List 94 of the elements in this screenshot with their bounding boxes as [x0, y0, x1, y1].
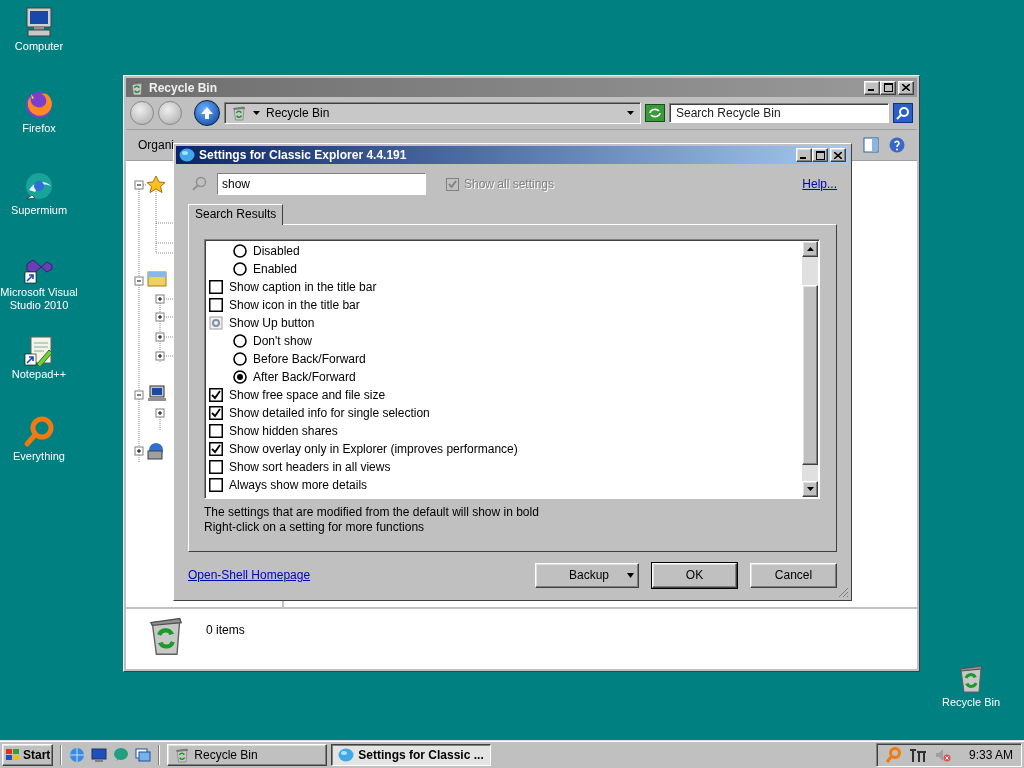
up-arrow-icon [806, 247, 814, 251]
setting-label[interactable]: Show icon in the title bar [229, 298, 360, 312]
help-icon[interactable] [889, 137, 905, 153]
note-text: The settings that are modified from the default will show in bold [204, 505, 540, 520]
setting-label[interactable]: Show overlay only in Explorer (improves performance) [229, 442, 518, 456]
windows-icon[interactable] [135, 746, 152, 763]
recycle-bin-icon [129, 79, 145, 96]
close-icon [834, 151, 842, 159]
setting-label[interactable]: After Back/Forward [253, 370, 356, 384]
desktop-icon-label[interactable]: Recycle Bin [941, 696, 1001, 709]
ok-button[interactable]: OK [652, 562, 737, 588]
close-button[interactable] [898, 80, 914, 95]
checkbox[interactable] [209, 424, 223, 438]
window-title: Recycle Bin [149, 80, 219, 95]
item-count: 0 items [206, 623, 245, 637]
globe-icon[interactable] [23, 170, 55, 202]
recycle-bin-icon [231, 105, 247, 121]
gear-icon [209, 316, 223, 330]
desktop-icon-label[interactable]: Microsoft Visual Studio 2010 [0, 286, 81, 312]
checkbox[interactable] [209, 478, 223, 492]
desktop-icon-label[interactable]: Firefox [22, 122, 56, 135]
keyboard-layout-icon[interactable] [908, 746, 927, 763]
caret-icon[interactable] [627, 572, 634, 578]
radio-button[interactable] [233, 334, 247, 348]
checkbox[interactable] [209, 442, 223, 456]
toolbar-text[interactable]: Organi [138, 138, 175, 152]
backup-button[interactable]: Backup [535, 562, 639, 588]
minimize-button[interactable] [864, 80, 880, 95]
recycle-bin-icon [174, 746, 191, 763]
start-button[interactable]: Start [2, 743, 54, 766]
scroll-down-button[interactable] [802, 481, 818, 497]
refresh-icon[interactable] [645, 104, 665, 122]
note-text: Right-click on a setting for more functions [204, 520, 426, 535]
taskbar-button[interactable]: Recycle Bin [167, 743, 328, 766]
globe-icon [338, 747, 355, 762]
window-title: Settings for Classic Explorer 4.4.191 [199, 148, 408, 162]
taskbar-button[interactable]: Settings for Classic ... [331, 743, 492, 766]
desktop-icon-label[interactable]: Notepad++ [11, 368, 67, 381]
radio-button[interactable] [233, 370, 247, 384]
setting-label[interactable]: Show detailed info for single selection [229, 406, 430, 420]
minimize-button[interactable] [796, 148, 812, 162]
cancel-button[interactable]: Cancel [750, 562, 837, 588]
checkbox[interactable] [209, 388, 223, 402]
scrollbar-thumb[interactable] [802, 285, 818, 465]
resize-grip-icon[interactable] [838, 587, 849, 598]
down-arrow-icon [806, 487, 814, 491]
checkbox[interactable] [209, 280, 223, 294]
caret-icon[interactable] [253, 111, 260, 115]
setting-label[interactable]: Before Back/Forward [253, 352, 366, 366]
setting-label[interactable]: Show free space and file size [229, 388, 386, 402]
desktop-icon-label[interactable]: Supermium [10, 204, 68, 217]
radio-button[interactable] [233, 352, 247, 366]
scroll-up-button[interactable] [802, 241, 818, 257]
desktop-icon-label[interactable]: Computer [14, 40, 64, 53]
maximize-button[interactable] [880, 80, 896, 95]
maximize-icon [815, 150, 825, 160]
search-field[interactable]: Search Recycle Bin [669, 103, 889, 123]
setting-label[interactable]: Show hidden shares [229, 424, 338, 438]
radio-button[interactable] [233, 244, 247, 258]
caret-icon[interactable] [627, 111, 634, 115]
search-button[interactable] [893, 103, 913, 123]
close-button[interactable] [830, 148, 846, 162]
address-bar[interactable]: Recycle Bin [224, 102, 641, 124]
setting-label[interactable]: Show caption in the title bar [229, 280, 377, 294]
forward-button[interactable] [158, 101, 182, 125]
setting-label[interactable]: Show sort headers in all views [229, 460, 391, 474]
setting-label[interactable]: Don't show [253, 334, 312, 348]
notepad-icon[interactable] [23, 334, 55, 366]
clock[interactable]: 9:33 AM [968, 747, 1013, 762]
checkbox[interactable] [209, 298, 223, 312]
tab[interactable]: Search Results [188, 204, 284, 225]
checkbox[interactable] [209, 460, 223, 474]
setting-label[interactable]: Enabled [253, 262, 298, 276]
help-link[interactable]: Help... [802, 177, 837, 191]
close-icon [902, 84, 910, 91]
flag-icon [5, 747, 21, 762]
back-button[interactable] [130, 101, 154, 125]
search-icon [191, 176, 207, 192]
maximize-icon [883, 83, 893, 92]
panel-icon[interactable] [863, 137, 879, 153]
globe-icon [179, 148, 195, 162]
setting-label[interactable]: Always show more details [229, 478, 368, 492]
homepage-link[interactable]: Open-Shell Homepage [188, 568, 522, 582]
radio-button[interactable] [233, 262, 247, 276]
setting-label[interactable]: Disabled [253, 244, 300, 258]
checkbox[interactable] [209, 406, 223, 420]
computer-icon[interactable] [23, 6, 55, 38]
search-field[interactable]: show [217, 173, 426, 195]
desktop-icon[interactable] [91, 746, 108, 763]
desktop-icon-label[interactable]: Everything [13, 450, 65, 463]
up-button[interactable] [194, 100, 220, 126]
arrow-up-icon [200, 106, 214, 120]
setting-label[interactable]: Show Up button [229, 316, 315, 330]
maximize-button[interactable] [812, 148, 828, 162]
